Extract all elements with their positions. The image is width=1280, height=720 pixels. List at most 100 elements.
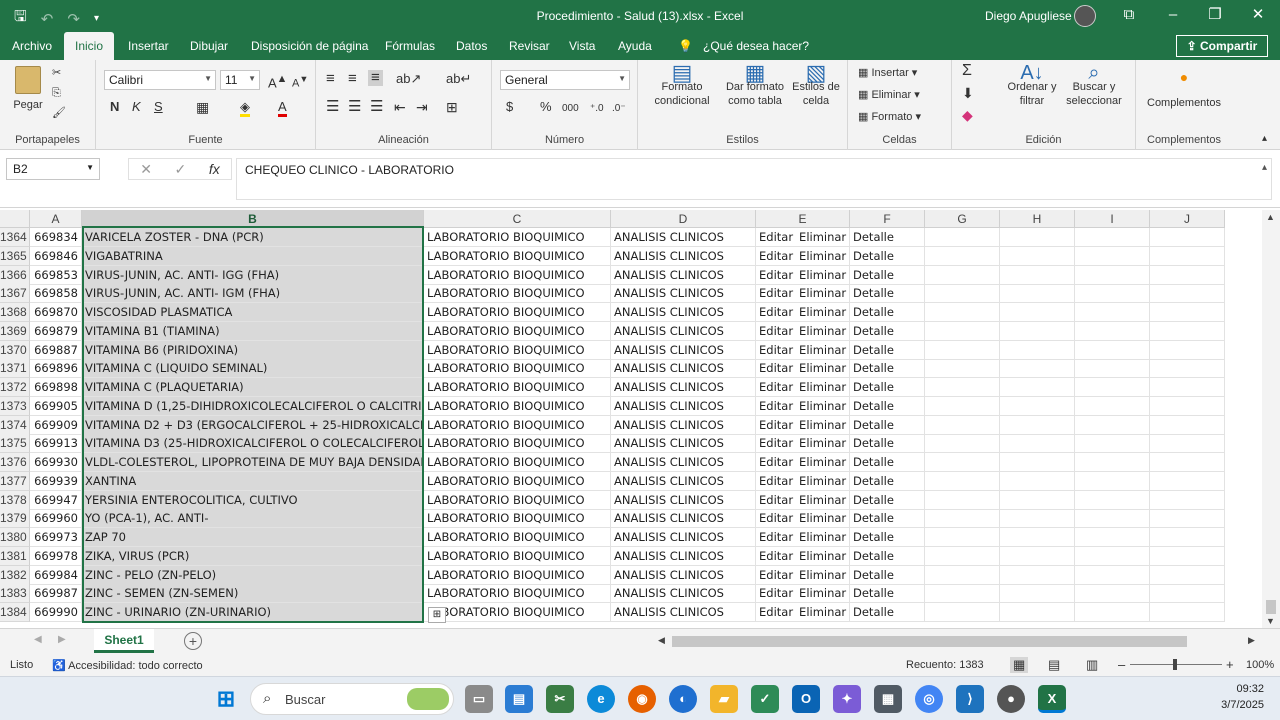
cell-empty[interactable] — [1075, 471, 1150, 491]
cell-actions[interactable]: Editar Eliminar — [756, 340, 850, 360]
page-break-icon[interactable]: ▥ — [1086, 657, 1098, 673]
row-header[interactable]: 1376 — [0, 453, 30, 472]
cell-empty[interactable] — [925, 490, 1000, 510]
font-color-icon[interactable]: A — [278, 100, 287, 117]
edit-link[interactable]: Editar — [759, 605, 793, 619]
cell-actions[interactable]: Editar Eliminar — [756, 546, 850, 566]
comma-style-icon[interactable]: 000 — [562, 102, 579, 116]
cell-actions[interactable]: Editar Eliminar — [756, 490, 850, 510]
autosum-icon[interactable]: Σ — [962, 63, 972, 79]
cell-empty[interactable] — [1150, 603, 1225, 622]
cell-actions[interactable]: Editar Eliminar — [756, 584, 850, 604]
cell-detail-link[interactable]: Detalle — [850, 415, 925, 435]
cell-code[interactable]: 669905 — [30, 396, 82, 416]
cell-empty[interactable] — [925, 284, 1000, 304]
cell-actions[interactable]: Editar Eliminar — [756, 246, 850, 266]
cell-empty[interactable] — [1000, 565, 1075, 585]
cell-code[interactable]: 669913 — [30, 434, 82, 454]
underline-icon[interactable]: S — [154, 100, 163, 114]
cell-actions[interactable]: Editar Eliminar — [756, 471, 850, 491]
excel-icon[interactable]: X — [1038, 685, 1066, 713]
increase-indent-icon[interactable]: ⇥ — [416, 100, 428, 114]
cell-detail-link[interactable]: Detalle — [850, 490, 925, 510]
cell-category[interactable]: ANALISIS CLINICOS — [611, 303, 756, 322]
align-middle-icon[interactable]: ≡ — [348, 71, 357, 86]
cell-empty[interactable] — [1000, 471, 1075, 491]
edit-link[interactable]: Editar — [759, 455, 793, 469]
cell-empty[interactable] — [1000, 546, 1075, 566]
edit-link[interactable]: Editar — [759, 511, 793, 525]
cell-empty[interactable] — [1150, 321, 1225, 341]
cell-empty[interactable] — [1000, 228, 1075, 247]
row-header[interactable]: 1377 — [0, 471, 30, 491]
cell-category[interactable]: ANALISIS CLINICOS — [611, 378, 756, 397]
cell-empty[interactable] — [925, 396, 1000, 416]
cell-detail-link[interactable]: Detalle — [850, 509, 925, 529]
cell-empty[interactable] — [1000, 509, 1075, 529]
cell-detail-link[interactable]: Detalle — [850, 378, 925, 397]
add-sheet-button[interactable]: + — [184, 632, 202, 650]
cell-code[interactable]: 669909 — [30, 415, 82, 435]
cell-detail-link[interactable]: Detalle — [850, 471, 925, 491]
cell-empty[interactable] — [1000, 359, 1075, 379]
cell-empty[interactable] — [1075, 434, 1150, 454]
format-as-table-button[interactable]: ▦ Dar formato como tabla — [722, 62, 788, 108]
ribbon-display-icon[interactable]: ⧉ — [1114, 4, 1144, 28]
windows-start-icon[interactable]: ⊞ — [212, 685, 240, 713]
cell-code[interactable]: 669984 — [30, 565, 82, 585]
cell-lab[interactable]: LABORATORIO BIOQUIMICO — [424, 509, 611, 529]
cell-description[interactable]: VLDL-COLESTEROL, LIPOPROTEINA DE MUY BAJ… — [82, 453, 424, 472]
tab-disposicion[interactable]: Disposición de página — [251, 32, 368, 60]
copy-icon[interactable]: ⎘ — [52, 86, 61, 100]
cell-detail-link[interactable]: Detalle — [850, 434, 925, 454]
cell-empty[interactable] — [1000, 434, 1075, 454]
cell-description[interactable]: VITAMINA C (PLAQUETARIA) — [82, 378, 424, 397]
cell-empty[interactable] — [1150, 396, 1225, 416]
align-bottom-icon[interactable]: ≡ — [368, 70, 383, 86]
cell-empty[interactable] — [1075, 584, 1150, 604]
cell-empty[interactable] — [1075, 603, 1150, 622]
merge-center-icon[interactable]: ⊞ — [446, 100, 458, 114]
cell-empty[interactable] — [925, 471, 1000, 491]
cell-empty[interactable] — [1150, 415, 1225, 435]
row-header[interactable]: 1368 — [0, 303, 30, 322]
italic-icon[interactable]: K — [132, 100, 141, 114]
cell-category[interactable]: ANALISIS CLINICOS — [611, 434, 756, 454]
cell-code[interactable]: 669853 — [30, 265, 82, 285]
cell-detail-link[interactable]: Detalle — [850, 246, 925, 266]
app-check-icon[interactable]: ✓ — [751, 685, 779, 713]
cell-empty[interactable] — [1000, 246, 1075, 266]
paste-button[interactable]: Pegar — [10, 66, 46, 112]
borders-icon[interactable]: ▦ — [196, 100, 209, 114]
cell-empty[interactable] — [1000, 396, 1075, 416]
format-cells-button[interactable]: ▦ Formato ▾ — [858, 110, 921, 124]
delete-link[interactable]: Eliminar — [799, 324, 846, 338]
cell-empty[interactable] — [925, 321, 1000, 341]
conditional-format-button[interactable]: ▤ Formato condicional — [646, 62, 718, 108]
column-header-a[interactable]: A — [30, 210, 82, 228]
vscode-icon[interactable]: ⟩ — [956, 685, 984, 713]
cell-empty[interactable] — [925, 565, 1000, 585]
edit-link[interactable]: Editar — [759, 586, 793, 600]
cell-description[interactable]: VITAMINA C (LIQUIDO SEMINAL) — [82, 359, 424, 379]
cell-empty[interactable] — [925, 603, 1000, 622]
find-select-button[interactable]: ⌕ Buscar y seleccionar — [1062, 63, 1126, 108]
edit-link[interactable]: Editar — [759, 343, 793, 357]
cell-category[interactable]: ANALISIS CLINICOS — [611, 546, 756, 566]
scroll-left-icon[interactable]: ◀ — [658, 635, 665, 646]
function-icon[interactable]: fx — [209, 161, 220, 177]
prev-sheet-icon[interactable]: ◀ — [34, 634, 42, 645]
cell-code[interactable]: 669947 — [30, 490, 82, 510]
column-header-e[interactable]: E — [756, 210, 850, 228]
cell-empty[interactable] — [925, 584, 1000, 604]
cell-code[interactable]: 669987 — [30, 584, 82, 604]
edit-link[interactable]: Editar — [759, 361, 793, 375]
cell-actions[interactable]: Editar Eliminar — [756, 284, 850, 304]
cell-description[interactable]: VITAMINA D (1,25-DIHIDROXICOLECALCIFEROL… — [82, 396, 424, 416]
cell-code[interactable]: 669990 — [30, 603, 82, 622]
cell-lab[interactable]: LABORATORIO BIOQUIMICO — [424, 265, 611, 285]
select-all-corner[interactable] — [0, 210, 30, 228]
sort-filter-button[interactable]: A↓ Ordenar y filtrar — [1002, 63, 1062, 108]
cell-detail-link[interactable]: Detalle — [850, 453, 925, 472]
cell-empty[interactable] — [925, 265, 1000, 285]
